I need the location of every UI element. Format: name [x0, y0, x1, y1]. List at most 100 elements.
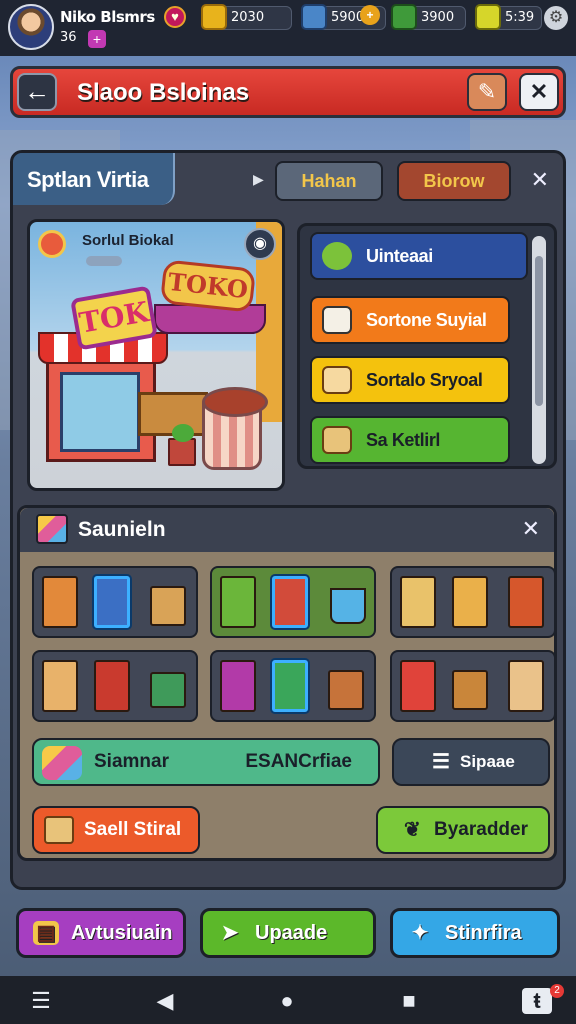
player-avatar[interactable] [8, 4, 54, 50]
soda-box-item[interactable] [508, 576, 544, 628]
summary-right-label: ESANCrfiae [245, 751, 352, 772]
edit-button[interactable]: ✎ [467, 73, 507, 111]
heart-icon[interactable]: ♥ [164, 6, 186, 28]
notifications-icon[interactable]: ŧ [522, 988, 552, 1014]
category-label: Sa Ketlirl [366, 430, 441, 450]
scroll-thumb[interactable] [535, 256, 543, 406]
back-nav-icon[interactable]: ◀ [150, 988, 180, 1014]
avtusiuain-label: Avtusiuain [71, 922, 173, 944]
inventory-header: Saunieln ✕ [20, 508, 554, 552]
crate-item[interactable] [150, 586, 186, 626]
category-sa-ketlirl[interactable]: Sa Ketlirl [310, 416, 510, 464]
title-bar: ← Slaoo Bsloinas ✎ ✕ [10, 66, 566, 118]
gems-icon [42, 746, 82, 780]
produce-crate-item[interactable] [328, 670, 364, 710]
category-uinteaai[interactable]: Uinteaai [310, 232, 528, 280]
upgrade-store-label: Byaradder [434, 819, 528, 840]
red-book-item[interactable] [94, 660, 130, 712]
ticket-icon [301, 4, 327, 30]
page-title: Slaoo Bsloinas [77, 79, 250, 106]
add-tickets-button[interactable]: + [360, 5, 380, 25]
add-level-button[interactable]: + [88, 30, 106, 48]
inventory-slot[interactable] [32, 566, 198, 638]
avtusiuain-button[interactable]: ▤ Avtusiuain [16, 908, 186, 958]
stinrfira-button[interactable]: ✦ Stinrfira [390, 908, 560, 958]
category-menu: Uinteaai Sortone Suyial Sortalo Sryoal S… [297, 223, 557, 469]
shop-name: Sorlul Biokal [82, 232, 174, 249]
inventory-slot[interactable] [210, 566, 376, 638]
inventory-close-icon[interactable]: ✕ [522, 516, 540, 542]
upgrade-store-button[interactable]: ❦ Byaradder [376, 806, 550, 854]
gold-counter[interactable]: 2030 [201, 4, 292, 30]
sell-button[interactable]: Saell Stiral [32, 806, 200, 854]
share-icon: ✦ [411, 922, 429, 944]
veggie-pack-item[interactable] [272, 660, 308, 712]
upgrade-button[interactable]: ➤ Upaade [200, 908, 376, 958]
category-scrollbar[interactable] [532, 236, 546, 464]
inventory-slot[interactable] [390, 650, 556, 722]
box-icon [44, 816, 74, 844]
paper-bag-item[interactable] [42, 660, 78, 712]
top-hud: Niko Blsmrs 36 + ♥ 2030 5900 + 3900 5:39… [0, 0, 576, 56]
menu-board-item[interactable] [508, 660, 544, 712]
inventory-slot[interactable] [390, 566, 556, 638]
home-nav-icon[interactable]: ● [272, 988, 302, 1014]
panel-header: Sptlan Virtia [13, 153, 175, 205]
gold-bar-icon [201, 4, 227, 30]
red-pack-item[interactable] [272, 576, 308, 628]
snack-stand-item[interactable] [400, 576, 436, 628]
summary-bar[interactable]: Siamnar ESANCrfiae [32, 738, 380, 786]
inventory-slot[interactable] [210, 650, 376, 722]
cash-icon [391, 4, 417, 30]
upgrade-label: Upaade [255, 922, 328, 944]
settings-gear-icon[interactable]: ⚙ [544, 6, 568, 30]
inventory-panel: Saunieln ✕ Siamnar ESANCrfiae ☰ Sipaae S… [17, 505, 557, 861]
energy-value: 5:39 [505, 10, 535, 25]
back-button[interactable]: ← [17, 73, 57, 111]
category-label: Uinteaai [366, 246, 433, 266]
panel-close-icon[interactable]: ✕ [531, 167, 549, 193]
crate-icon [322, 366, 352, 394]
parcel-icon [322, 426, 352, 454]
purple-awning [154, 304, 266, 334]
tab-biorow[interactable]: Biorow [397, 161, 511, 201]
camera-icon[interactable]: ◉ [244, 228, 276, 260]
stinrfira-label: Stinrfira [445, 922, 522, 944]
cube-icon [36, 514, 68, 544]
sell-label: Saell Stiral [84, 819, 182, 840]
tickets-value: 5900 [331, 10, 365, 25]
sipaae-label: Sipaae [460, 752, 515, 771]
tab-hahan[interactable]: Hahan [275, 161, 383, 201]
close-button[interactable]: ✕ [519, 73, 559, 111]
purple-pack-item[interactable] [220, 660, 256, 712]
sign-board-item[interactable] [452, 576, 488, 628]
check-icon [322, 242, 352, 270]
inventory-slot[interactable] [32, 650, 198, 722]
recents-nav-icon[interactable]: ■ [394, 988, 424, 1014]
sipaae-button[interactable]: ☰ Sipaae [392, 738, 550, 786]
green-pack-item[interactable] [220, 576, 256, 628]
gold-value: 2030 [231, 10, 265, 25]
shop-preview[interactable]: TOK TOKO Sorlul Biokal ◉ [27, 219, 285, 491]
energy-counter[interactable]: 5:39 [475, 4, 542, 30]
cart-sign-item[interactable] [400, 660, 436, 712]
menu-icon[interactable]: ☰ [26, 988, 56, 1014]
caret-icon: ▶ [253, 171, 264, 187]
category-sortone-suyial[interactable]: Sortone Suyial [310, 296, 510, 344]
plant-pot-item[interactable] [150, 672, 186, 708]
category-label: Sortalo Sryoal [366, 370, 483, 390]
category-sortalo-sryoal[interactable]: Sortalo Sryoal [310, 356, 510, 404]
shop-panel: Sptlan Virtia ▶ Hahan Biorow ✕ TOK TOKO … [10, 150, 566, 890]
cereal-box-item[interactable] [94, 576, 130, 628]
player-name: Niko Blsmrs [60, 8, 155, 26]
potted-plant [168, 424, 196, 466]
snack-box-item[interactable] [42, 576, 78, 628]
basket-item[interactable] [330, 588, 366, 624]
cash-counter[interactable]: 3900 [391, 4, 466, 30]
summary-left-label: Siamnar [94, 751, 169, 772]
system-nav-bar: ☰ ◀ ● ■ ŧ [0, 976, 576, 1024]
rating-dots [86, 256, 122, 266]
wood-crate-item[interactable] [452, 670, 488, 710]
food-bucket [202, 387, 268, 470]
upgrade-icon: ➤ [221, 922, 239, 944]
